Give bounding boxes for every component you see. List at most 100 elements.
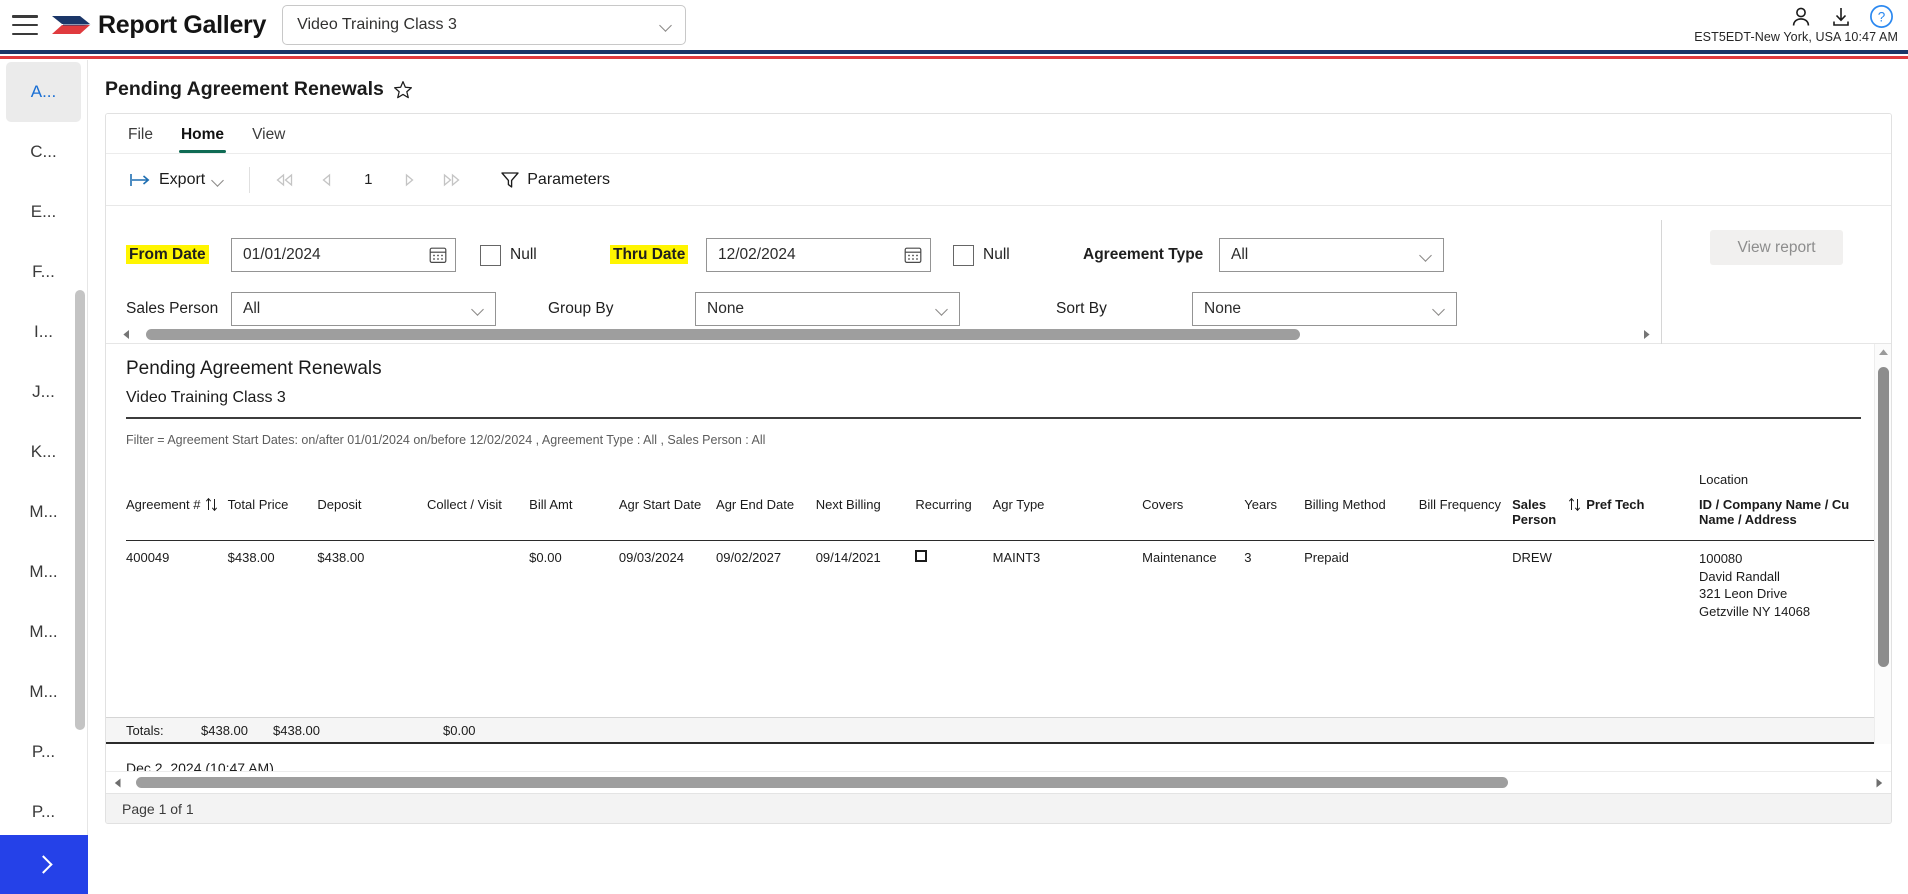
report-vertical-scroll-thumb[interactable] bbox=[1878, 367, 1889, 667]
scroll-up-arrow-icon[interactable] bbox=[1875, 344, 1891, 361]
sidebar-item-label: F... bbox=[32, 262, 55, 281]
chevron-down-icon bbox=[212, 176, 225, 184]
report-table-body: 400049 $438.00 $438.00 $0.00 09/03/2024 … bbox=[126, 541, 1886, 624]
top-header-bar: Report Gallery Video Training Class 3 ? bbox=[0, 0, 1908, 50]
cell-bill-amt: $0.00 bbox=[529, 550, 562, 565]
previous-page-button[interactable] bbox=[306, 165, 348, 195]
cell-bill-frequency bbox=[1419, 541, 1512, 624]
sidebar-expand-button[interactable] bbox=[0, 835, 88, 894]
group-by-label: Group By bbox=[548, 300, 614, 317]
scroll-right-arrow-icon[interactable] bbox=[1636, 326, 1656, 343]
recurring-checkbox-icon bbox=[915, 550, 928, 562]
sidebar-item-8[interactable]: M... bbox=[6, 542, 81, 602]
sort-icon[interactable] bbox=[205, 497, 218, 512]
workspace-select[interactable]: Video Training Class 3 bbox=[282, 5, 687, 45]
table-row[interactable]: 400049 $438.00 $438.00 $0.00 09/03/2024 … bbox=[126, 541, 1886, 624]
next-page-button[interactable] bbox=[388, 165, 430, 195]
col-agr-end-date: Agr End Date bbox=[716, 497, 795, 512]
sidebar-item-label: M... bbox=[29, 562, 58, 581]
download-icon[interactable] bbox=[1829, 5, 1853, 29]
report-horizontal-scrollbar[interactable] bbox=[106, 771, 1891, 793]
export-button[interactable]: Export bbox=[120, 165, 235, 195]
cell-deposit: $438.00 bbox=[317, 550, 365, 565]
scroll-left-arrow-icon[interactable] bbox=[116, 326, 136, 343]
sidebar-scrollbar-thumb[interactable] bbox=[75, 290, 85, 730]
tab-view[interactable]: View bbox=[240, 119, 297, 153]
parameters-horizontal-scrollbar[interactable] bbox=[116, 326, 1656, 343]
sidebar-item-12[interactable]: P... bbox=[6, 782, 81, 835]
sidebar-item-1[interactable]: C... bbox=[6, 122, 81, 182]
sort-icon[interactable] bbox=[1568, 497, 1581, 512]
parameters-grid: From Date 01/01/2024 Null Thru Date 12/0… bbox=[106, 220, 1891, 336]
cell-pref-tech bbox=[1568, 541, 1699, 624]
parameters-scroll-thumb[interactable] bbox=[146, 329, 1300, 340]
address-line: 100080 bbox=[1699, 551, 1743, 566]
sidebar-item-7[interactable]: M... bbox=[6, 482, 81, 542]
report-table-header-row: Agreement # Total Price Deposit Collect … bbox=[126, 494, 1886, 534]
from-date-null-checkbox[interactable] bbox=[480, 244, 501, 266]
left-sidebar: A... C... E... F... I... J... K... M... M... M...… bbox=[0, 60, 88, 835]
thru-date-input[interactable]: 12/02/2024 bbox=[706, 238, 931, 272]
tab-home[interactable]: Home bbox=[169, 119, 236, 153]
cell-agr-end-date: 09/02/2027 bbox=[716, 550, 782, 565]
sidebar-item-3[interactable]: F... bbox=[6, 242, 81, 302]
export-label: Export bbox=[159, 170, 206, 188]
report-totals-row: Totals: $438.00 $438.00 $0.00 bbox=[106, 717, 1891, 744]
last-page-button[interactable] bbox=[430, 165, 472, 195]
sidebar-item-9[interactable]: M... bbox=[6, 602, 81, 662]
report-horizontal-scroll-thumb[interactable] bbox=[136, 777, 1508, 788]
cell-sales-person: DREW bbox=[1512, 550, 1552, 565]
calendar-icon[interactable] bbox=[429, 246, 447, 264]
cell-collect-visit bbox=[427, 541, 529, 624]
sidebar-item-11[interactable]: P... bbox=[6, 722, 81, 782]
col-pref-tech[interactable]: Pref Tech bbox=[1568, 494, 1699, 534]
agreement-type-select[interactable]: All bbox=[1219, 238, 1444, 272]
cell-recurring bbox=[915, 541, 992, 624]
star-outline-icon[interactable] bbox=[393, 80, 413, 100]
first-page-icon bbox=[276, 173, 293, 186]
col-years: Years bbox=[1244, 497, 1278, 512]
sort-by-select[interactable]: None bbox=[1192, 292, 1457, 326]
sidebar-item-2[interactable]: E... bbox=[6, 182, 81, 242]
scroll-right-arrow-icon[interactable] bbox=[1867, 772, 1891, 794]
help-icon[interactable]: ? bbox=[1869, 4, 1894, 29]
totals-label: Totals: bbox=[126, 723, 164, 738]
report-horizontal-scroll-track[interactable] bbox=[132, 777, 1865, 788]
tab-file[interactable]: File bbox=[116, 119, 165, 153]
sales-person-value: All bbox=[243, 300, 261, 317]
group-by-select[interactable]: None bbox=[695, 292, 960, 326]
parameters-scroll-track[interactable] bbox=[136, 329, 1636, 340]
sidebar-item-5[interactable]: J... bbox=[6, 362, 81, 422]
view-report-button[interactable]: View report bbox=[1710, 230, 1843, 265]
report-vertical-scrollbar[interactable] bbox=[1874, 344, 1891, 744]
thru-date-label: Thru Date bbox=[610, 245, 689, 264]
sidebar-item-4[interactable]: I... bbox=[6, 302, 81, 362]
sidebar-item-10[interactable]: M... bbox=[6, 662, 81, 722]
cell-next-billing: 09/14/2021 bbox=[815, 550, 881, 565]
sidebar-item-label: K... bbox=[30, 442, 57, 461]
from-date-label: From Date bbox=[126, 245, 209, 264]
user-icon[interactable] bbox=[1789, 5, 1813, 29]
current-page-number[interactable]: 1 bbox=[348, 171, 388, 188]
main-content: Pending Agreement Renewals File Home View … bbox=[89, 60, 1908, 894]
thru-date-null-checkbox[interactable] bbox=[953, 244, 974, 266]
scroll-left-arrow-icon[interactable] bbox=[106, 772, 130, 794]
col-covers: Covers bbox=[1142, 497, 1184, 512]
location-group-header: Location bbox=[1699, 472, 1749, 487]
sidebar-item-0[interactable]: A... bbox=[6, 62, 81, 122]
from-date-input[interactable]: 01/01/2024 bbox=[231, 238, 456, 272]
parameters-panel: From Date 01/01/2024 Null Thru Date 12/0… bbox=[106, 206, 1891, 344]
col-agreement-no[interactable]: Agreement # bbox=[126, 494, 228, 534]
svg-text:?: ? bbox=[1878, 10, 1886, 25]
filter-icon bbox=[501, 171, 519, 188]
hamburger-menu-icon[interactable] bbox=[12, 15, 38, 35]
parameters-button[interactable]: Parameters bbox=[490, 165, 620, 195]
first-page-button[interactable] bbox=[264, 165, 306, 195]
sales-person-select[interactable]: All bbox=[231, 292, 496, 326]
report-table-head: Location Agreement # Total Price Deposit… bbox=[126, 469, 1886, 541]
sidebar-item-label: E... bbox=[30, 202, 57, 221]
totals-deposit: $438.00 bbox=[273, 723, 320, 738]
timezone-clock-text: EST5EDT-New York, USA 10:47 AM bbox=[1694, 30, 1898, 44]
calendar-icon[interactable] bbox=[904, 246, 922, 264]
sidebar-item-6[interactable]: K... bbox=[6, 422, 81, 482]
